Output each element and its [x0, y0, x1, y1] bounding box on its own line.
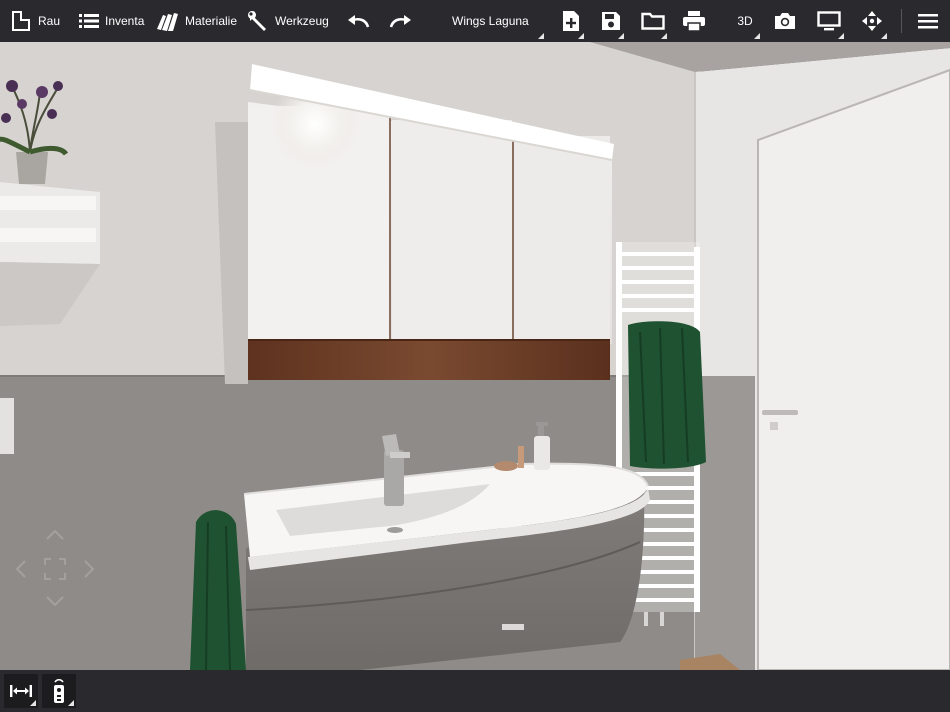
view-mode-label: 3D: [737, 14, 753, 28]
chevron-right-icon: [84, 560, 95, 578]
print-icon: [683, 11, 705, 32]
nav-down-button[interactable]: [44, 594, 66, 608]
wrench-icon: [248, 11, 266, 31]
chevron-up-icon: [46, 529, 64, 540]
view-mode-button[interactable]: 3D: [728, 0, 762, 42]
new-file-icon: [563, 11, 579, 31]
save-icon: [602, 12, 620, 30]
open-folder-button[interactable]: [637, 0, 669, 42]
nav-up-button[interactable]: [44, 528, 66, 542]
chevron-down-icon: [46, 596, 64, 607]
materials-label: Materialie: [185, 14, 238, 28]
move-arrows-icon: [862, 11, 882, 31]
project-name: Wings Laguna: [452, 14, 529, 28]
monitor-icon: [817, 11, 841, 31]
remote-control-button[interactable]: [42, 674, 76, 708]
undo-button[interactable]: [347, 0, 371, 42]
list-icon: [79, 14, 99, 28]
project-selector[interactable]: Wings Laguna: [444, 0, 546, 42]
flush-plate: [0, 398, 14, 454]
wood-shelf: [248, 340, 610, 380]
top-toolbar: Rau Inventa Materialie Werkzeug Wings La…: [0, 0, 950, 42]
frame-icon: [44, 558, 66, 580]
navigation-pad: [14, 528, 96, 610]
camera-icon: [775, 13, 795, 29]
measure-button[interactable]: [4, 674, 38, 708]
save-button[interactable]: [596, 0, 626, 42]
hamburger-menu-icon: [918, 14, 938, 29]
door-handle: [762, 410, 798, 415]
folder-icon: [641, 12, 665, 30]
3d-viewport[interactable]: [0, 42, 950, 670]
bottom-toolbar: [0, 670, 950, 712]
tools-button[interactable]: Werkzeug: [247, 0, 329, 42]
nav-left-button[interactable]: [14, 558, 28, 580]
inventory-label: Inventa: [105, 14, 145, 28]
inventory-button[interactable]: Inventa: [79, 0, 144, 42]
toolbar-divider: [901, 9, 902, 33]
materials-button[interactable]: Materialie: [155, 0, 237, 42]
room-label: Rau: [38, 14, 61, 28]
redo-button[interactable]: [388, 0, 412, 42]
menu-button[interactable]: [916, 0, 940, 42]
redo-icon: [389, 15, 411, 28]
chevron-left-icon: [15, 560, 26, 578]
camera-button[interactable]: [772, 0, 798, 42]
swatches-icon: [157, 13, 178, 31]
remote-control-icon: [54, 678, 64, 703]
door: [757, 68, 950, 670]
nav-right-button[interactable]: [82, 558, 96, 580]
new-file-button[interactable]: [556, 0, 586, 42]
move-button[interactable]: [855, 0, 889, 42]
nav-center-button[interactable]: [43, 557, 67, 581]
display-button[interactable]: [812, 0, 846, 42]
undo-icon: [348, 15, 370, 28]
drawer-handle: [502, 624, 524, 630]
print-button[interactable]: [680, 0, 708, 42]
floorplan-icon: [12, 11, 30, 31]
measure-width-icon: [10, 685, 32, 697]
room-button[interactable]: Rau: [10, 0, 60, 42]
tools-label: Werkzeug: [275, 14, 329, 28]
